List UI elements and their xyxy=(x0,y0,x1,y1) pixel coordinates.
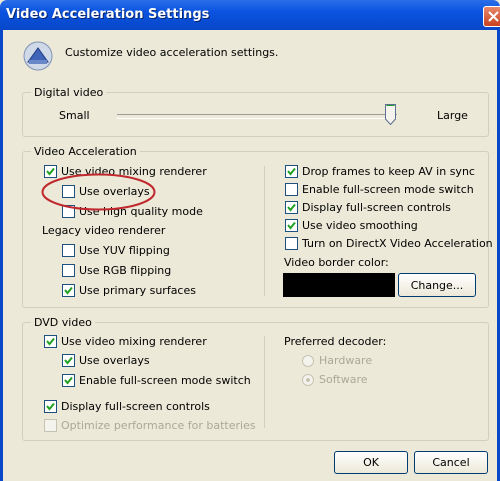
dvd-optimize-batteries-checkbox[interactable] xyxy=(44,419,57,432)
dvd-fullscreen-switch-checkbox[interactable] xyxy=(62,374,75,387)
va-rgb-flipping-label[interactable]: Use RGB flipping xyxy=(79,264,171,277)
dvd-video-label: DVD video xyxy=(31,316,95,329)
va-fullscreen-switch-checkbox[interactable] xyxy=(285,183,298,196)
hardware-radio-label[interactable]: Hardware xyxy=(319,354,372,367)
va-drop-frames-label[interactable]: Drop frames to keep AV in sync xyxy=(302,165,475,178)
digital-video-label: Digital video xyxy=(31,86,107,99)
va-primary-surfaces-checkbox[interactable] xyxy=(62,284,75,297)
checkmark-icon xyxy=(46,402,55,411)
checkmark-icon xyxy=(287,167,296,176)
close-icon xyxy=(488,11,499,22)
size-slider-thumb[interactable] xyxy=(385,104,396,125)
window-title: Video Acceleration Settings xyxy=(6,7,210,22)
dvd-optimize-batteries-label[interactable]: Optimize performance for batteries xyxy=(61,419,256,432)
va-video-smoothing-checkbox[interactable] xyxy=(285,219,298,232)
va-rgb-flipping-checkbox[interactable] xyxy=(62,264,75,277)
va-yuv-flipping-label[interactable]: Use YUV flipping xyxy=(79,244,170,257)
dvd-video-divider xyxy=(264,336,265,428)
dvd-use-overlays-label[interactable]: Use overlays xyxy=(79,354,150,367)
video-acceleration-label: Video Acceleration xyxy=(31,145,140,158)
va-primary-surfaces-label[interactable]: Use primary surfaces xyxy=(79,284,196,297)
software-radio[interactable] xyxy=(302,374,314,386)
change-color-button[interactable]: Change... xyxy=(398,273,476,297)
dvd-use-vmr-checkbox[interactable] xyxy=(44,335,57,348)
size-slider-track[interactable] xyxy=(117,114,397,119)
dvd-use-vmr-label[interactable]: Use video mixing renderer xyxy=(61,335,207,348)
va-fullscreen-switch-label[interactable]: Enable full-screen mode switch xyxy=(302,183,474,196)
slider-min-label: Small xyxy=(59,109,90,122)
hardware-radio[interactable] xyxy=(302,355,314,367)
video-acceleration-divider xyxy=(264,166,265,296)
slider-max-label: Large xyxy=(437,109,468,122)
header-description: Customize video acceleration settings. xyxy=(65,46,279,59)
close-button[interactable] xyxy=(483,6,500,27)
checkmark-icon xyxy=(64,376,73,385)
cancel-button[interactable]: Cancel xyxy=(414,451,488,474)
software-radio-label[interactable]: Software xyxy=(319,373,368,386)
video-settings-icon xyxy=(23,41,53,71)
title-bar[interactable]: Video Acceleration Settings xyxy=(0,0,500,30)
dialog-window: Video Acceleration Settings Customize vi… xyxy=(0,0,500,481)
checkmark-icon xyxy=(64,356,73,365)
va-drop-frames-checkbox[interactable] xyxy=(285,165,298,178)
va-yuv-flipping-checkbox[interactable] xyxy=(62,244,75,257)
dvd-use-overlays-checkbox[interactable] xyxy=(62,354,75,367)
checkmark-icon xyxy=(46,337,55,346)
va-video-smoothing-label[interactable]: Use video smoothing xyxy=(302,219,418,232)
dvd-fullscreen-switch-label[interactable]: Enable full-screen mode switch xyxy=(79,374,251,387)
va-fullscreen-controls-label[interactable]: Display full-screen controls xyxy=(302,201,451,214)
legacy-renderer-label: Legacy video renderer xyxy=(42,224,166,237)
dvd-fullscreen-controls-label[interactable]: Display full-screen controls xyxy=(61,400,210,413)
va-directx-checkbox[interactable] xyxy=(285,237,298,250)
checkmark-icon xyxy=(64,286,73,295)
va-directx-label[interactable]: Turn on DirectX Video Acceleration xyxy=(302,237,493,250)
checkmark-icon xyxy=(287,203,296,212)
border-color-swatch xyxy=(283,273,395,297)
preferred-decoder-label: Preferred decoder: xyxy=(284,335,387,348)
checkmark-icon xyxy=(287,221,296,230)
radio-selected-dot xyxy=(306,378,310,382)
border-color-label: Video border color: xyxy=(284,256,389,269)
ok-button[interactable]: OK xyxy=(334,451,408,474)
dvd-fullscreen-controls-checkbox[interactable] xyxy=(44,400,57,413)
annotation-ellipse xyxy=(41,173,156,211)
va-fullscreen-controls-checkbox[interactable] xyxy=(285,201,298,214)
